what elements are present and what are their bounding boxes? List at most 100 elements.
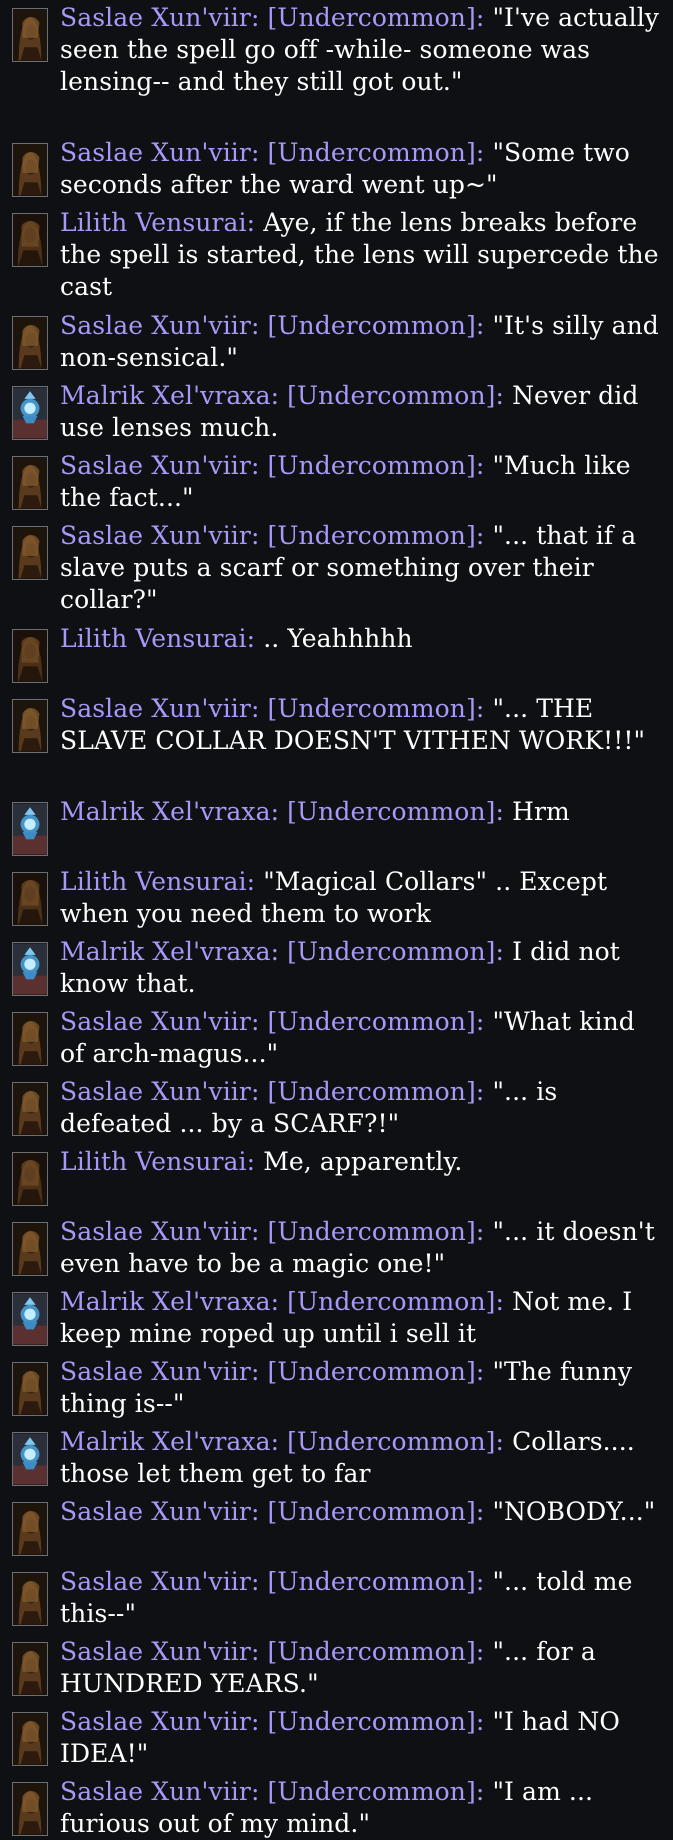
channel-tag: [Undercommon]: xyxy=(267,1357,485,1386)
chat-message: Lilith Vensurai: "Magical Collars" .. Ex… xyxy=(0,866,673,931)
chat-message: Saslae Xun'viir: [Undercommon]: "It's si… xyxy=(0,310,673,375)
lilith-portrait-icon[interactable] xyxy=(12,1152,48,1206)
message-text: Saslae Xun'viir: [Undercommon]: "... is … xyxy=(60,1076,660,1140)
message-text: Saslae Xun'viir: [Undercommon]: "NOBODY.… xyxy=(60,1496,660,1528)
channel-tag: [Undercommon]: xyxy=(267,521,485,550)
saslae-portrait-icon[interactable] xyxy=(12,1712,48,1766)
message-body: Hrm xyxy=(512,797,570,826)
chat-message: Saslae Xun'viir: [Undercommon]: "Some tw… xyxy=(0,137,673,202)
channel-tag: [Undercommon]: xyxy=(287,1427,505,1456)
malrik-portrait-icon[interactable] xyxy=(12,1292,48,1346)
speaker-name[interactable]: Malrik Xel'vraxa: [Undercommon]: xyxy=(60,1427,504,1456)
message-text: Saslae Xun'viir: [Undercommon]: "Some tw… xyxy=(60,137,660,201)
chat-message: Saslae Xun'viir: [Undercommon]: "... it … xyxy=(0,1216,673,1281)
channel-tag: [Undercommon]: xyxy=(267,138,485,167)
speaker-name[interactable]: Saslae Xun'viir: [Undercommon]: xyxy=(60,311,484,340)
speaker-name[interactable]: Lilith Vensurai: xyxy=(60,208,255,237)
message-text: Lilith Vensurai: "Magical Collars" .. Ex… xyxy=(60,866,660,930)
lilith-portrait-icon[interactable] xyxy=(12,629,48,683)
speaker-name[interactable]: Malrik Xel'vraxa: [Undercommon]: xyxy=(60,1287,504,1316)
chat-message: Saslae Xun'viir: [Undercommon]: "... THE… xyxy=(0,693,673,793)
message-text: Saslae Xun'viir: [Undercommon]: "I am ..… xyxy=(60,1776,660,1840)
channel-tag: [Undercommon]: xyxy=(287,381,505,410)
saslae-portrait-icon[interactable] xyxy=(12,1782,48,1836)
speaker-name[interactable]: Saslae Xun'viir: [Undercommon]: xyxy=(60,138,484,167)
malrik-portrait-icon[interactable] xyxy=(12,942,48,996)
speaker-name[interactable]: Saslae Xun'viir: [Undercommon]: xyxy=(60,1217,484,1246)
message-text: Saslae Xun'viir: [Undercommon]: "... for… xyxy=(60,1636,660,1700)
speaker-name[interactable]: Malrik Xel'vraxa: [Undercommon]: xyxy=(60,381,504,410)
speaker-name[interactable]: Saslae Xun'viir: [Undercommon]: xyxy=(60,3,484,32)
message-body: "NOBODY..." xyxy=(492,1497,656,1526)
chat-message: Malrik Xel'vraxa: [Undercommon]: Collars… xyxy=(0,1426,673,1491)
message-text: Saslae Xun'viir: [Undercommon]: "... THE… xyxy=(60,693,660,757)
chat-message: Saslae Xun'viir: [Undercommon]: "I had N… xyxy=(0,1706,673,1771)
saslae-portrait-icon[interactable] xyxy=(12,1572,48,1626)
saslae-portrait-icon[interactable] xyxy=(12,8,48,62)
chat-message: Saslae Xun'viir: [Undercommon]: "... tha… xyxy=(0,520,673,620)
chat-message: Saslae Xun'viir: [Undercommon]: "... for… xyxy=(0,1636,673,1701)
malrik-portrait-icon[interactable] xyxy=(12,802,48,856)
speaker-name[interactable]: Saslae Xun'viir: [Undercommon]: xyxy=(60,1707,484,1736)
lilith-portrait-icon[interactable] xyxy=(12,213,48,267)
speaker-name[interactable]: Saslae Xun'viir: [Undercommon]: xyxy=(60,451,484,480)
speaker-name[interactable]: Lilith Vensurai: xyxy=(60,624,255,653)
saslae-portrait-icon[interactable] xyxy=(12,1362,48,1416)
saslae-portrait-icon[interactable] xyxy=(12,526,48,580)
speaker-name[interactable]: Lilith Vensurai: xyxy=(60,867,255,896)
message-text: Saslae Xun'viir: [Undercommon]: "... it … xyxy=(60,1216,660,1280)
message-text: Saslae Xun'viir: [Undercommon]: "What ki… xyxy=(60,1006,660,1070)
saslae-portrait-icon[interactable] xyxy=(12,1502,48,1556)
channel-tag: [Undercommon]: xyxy=(267,1707,485,1736)
chat-message: Malrik Xel'vraxa: [Undercommon]: Hrm xyxy=(0,796,673,861)
speaker-name[interactable]: Saslae Xun'viir: [Undercommon]: xyxy=(60,1637,484,1666)
speaker-name[interactable]: Saslae Xun'viir: [Undercommon]: xyxy=(60,1357,484,1386)
channel-tag: [Undercommon]: xyxy=(267,1077,485,1106)
speaker-name[interactable]: Saslae Xun'viir: [Undercommon]: xyxy=(60,1777,484,1806)
message-text: Malrik Xel'vraxa: [Undercommon]: Collars… xyxy=(60,1426,660,1490)
message-text: Lilith Vensurai: .. Yeahhhhh xyxy=(60,623,660,655)
speaker-name[interactable]: Saslae Xun'viir: [Undercommon]: xyxy=(60,1007,484,1036)
lilith-portrait-icon[interactable] xyxy=(12,872,48,926)
speaker-name[interactable]: Saslae Xun'viir: [Undercommon]: xyxy=(60,521,484,550)
message-text: Saslae Xun'viir: [Undercommon]: "... tol… xyxy=(60,1566,660,1630)
channel-tag: [Undercommon]: xyxy=(267,1217,485,1246)
chat-message: Malrik Xel'vraxa: [Undercommon]: Not me.… xyxy=(0,1286,673,1351)
chat-message: Lilith Vensurai: Aye, if the lens breaks… xyxy=(0,207,673,307)
saslae-portrait-icon[interactable] xyxy=(12,1082,48,1136)
saslae-portrait-icon[interactable] xyxy=(12,1012,48,1066)
speaker-name[interactable]: Lilith Vensurai: xyxy=(60,1147,255,1176)
malrik-portrait-icon[interactable] xyxy=(12,1432,48,1486)
saslae-portrait-icon[interactable] xyxy=(12,143,48,197)
chat-message: Saslae Xun'viir: [Undercommon]: "... is … xyxy=(0,1076,673,1141)
channel-tag: [Undercommon]: xyxy=(287,937,505,966)
chat-message: Saslae Xun'viir: [Undercommon]: "NOBODY.… xyxy=(0,1496,673,1561)
message-text: Saslae Xun'viir: [Undercommon]: "The fun… xyxy=(60,1356,660,1420)
saslae-portrait-icon[interactable] xyxy=(12,1222,48,1276)
speaker-name[interactable]: Saslae Xun'viir: [Undercommon]: xyxy=(60,1567,484,1596)
saslae-portrait-icon[interactable] xyxy=(12,456,48,510)
channel-tag: [Undercommon]: xyxy=(267,1777,485,1806)
malrik-portrait-icon[interactable] xyxy=(12,386,48,440)
channel-tag: [Undercommon]: xyxy=(267,451,485,480)
message-text: Lilith Vensurai: Me, apparently. xyxy=(60,1146,660,1178)
channel-tag: [Undercommon]: xyxy=(287,797,505,826)
channel-tag: [Undercommon]: xyxy=(287,1287,505,1316)
speaker-name[interactable]: Malrik Xel'vraxa: [Undercommon]: xyxy=(60,937,504,966)
chat-message: Lilith Vensurai: .. Yeahhhhh xyxy=(0,623,673,688)
chat-message: Saslae Xun'viir: [Undercommon]: "I've ac… xyxy=(0,2,673,132)
saslae-portrait-icon[interactable] xyxy=(12,1642,48,1696)
chat-message: Saslae Xun'viir: [Undercommon]: "What ki… xyxy=(0,1006,673,1071)
channel-tag: [Undercommon]: xyxy=(267,1007,485,1036)
speaker-name[interactable]: Saslae Xun'viir: [Undercommon]: xyxy=(60,694,484,723)
message-body: Me, apparently. xyxy=(263,1147,463,1176)
chat-message: Saslae Xun'viir: [Undercommon]: "... tol… xyxy=(0,1566,673,1631)
speaker-name[interactable]: Saslae Xun'viir: [Undercommon]: xyxy=(60,1077,484,1106)
speaker-name[interactable]: Saslae Xun'viir: [Undercommon]: xyxy=(60,1497,484,1526)
message-text: Saslae Xun'viir: [Undercommon]: "Much li… xyxy=(60,450,660,514)
channel-tag: [Undercommon]: xyxy=(267,3,485,32)
speaker-name[interactable]: Malrik Xel'vraxa: [Undercommon]: xyxy=(60,797,504,826)
saslae-portrait-icon[interactable] xyxy=(12,316,48,370)
message-text: Malrik Xel'vraxa: [Undercommon]: I did n… xyxy=(60,936,660,1000)
saslae-portrait-icon[interactable] xyxy=(12,699,48,753)
